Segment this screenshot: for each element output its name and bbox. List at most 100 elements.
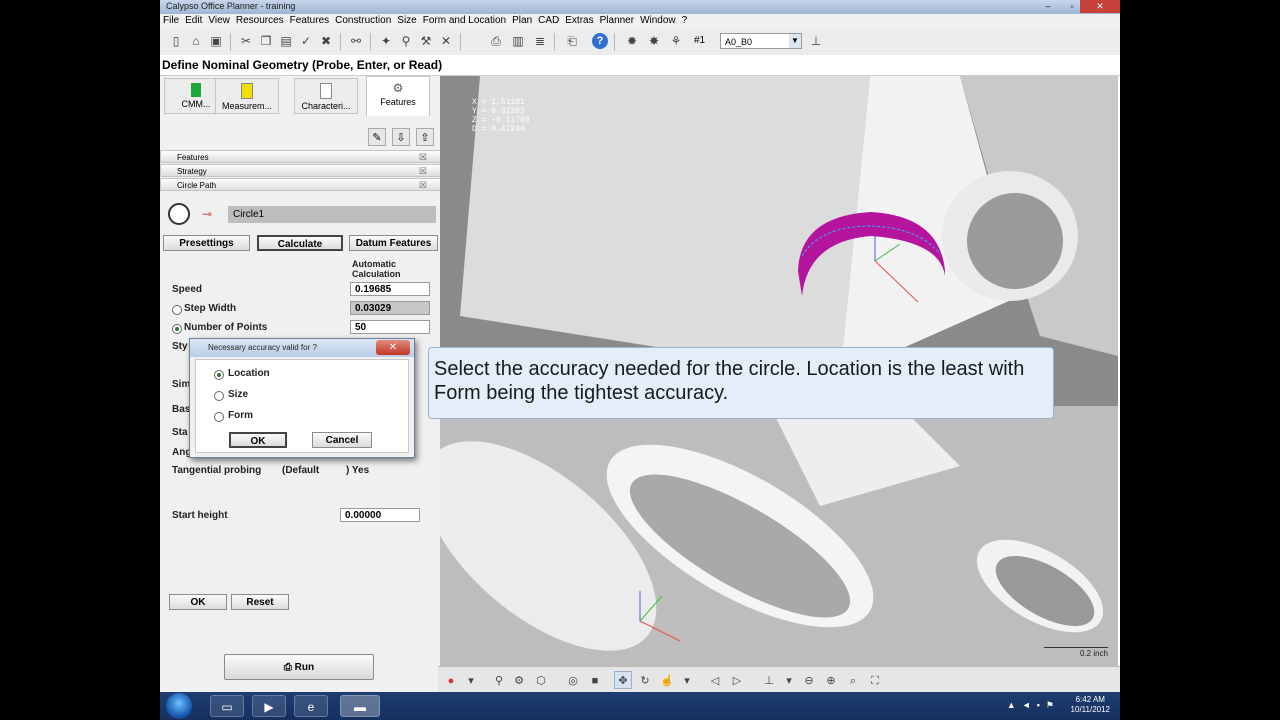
save-icon[interactable]: ▣ — [208, 33, 224, 49]
menu-size[interactable]: Size — [394, 14, 419, 27]
menu-file[interactable]: File — [160, 14, 182, 27]
feature-tool-icon[interactable]: ✦ — [378, 33, 394, 49]
media-player-icon[interactable]: ▶ — [252, 695, 286, 717]
new-file-icon[interactable]: ▯ — [168, 33, 184, 49]
close-icon[interactable]: ☒ — [419, 151, 427, 164]
shading-icon[interactable]: ◎ — [564, 671, 582, 689]
measure-icon[interactable]: ✹ — [624, 33, 640, 49]
tab-features[interactable]: ⚙ Features — [366, 76, 430, 116]
delete-icon[interactable]: ✖ — [318, 33, 334, 49]
rotate-icon[interactable]: ↻ — [636, 671, 654, 689]
print-icon[interactable]: ⎙ — [488, 33, 504, 49]
zoom-out-icon[interactable]: ⊖ — [800, 671, 818, 689]
menu-plan[interactable]: Plan — [509, 14, 535, 27]
tab-characteristics[interactable]: Characteri... — [294, 78, 358, 114]
dialog-ok-button[interactable]: OK — [229, 432, 287, 448]
zoom-in-icon[interactable]: ⊕ — [822, 671, 840, 689]
close-icon[interactable]: ☒ — [419, 165, 427, 178]
menu-window[interactable]: Window — [637, 14, 679, 27]
binoculars-icon[interactable]: ⚯ — [348, 33, 364, 49]
form-option-label[interactable]: Form — [228, 410, 253, 421]
move-up-button[interactable]: ⇧ — [416, 128, 434, 146]
number-of-points-radio[interactable] — [172, 324, 182, 334]
feature-view-icon[interactable]: ⚙ — [510, 671, 528, 689]
axis-view-icon[interactable]: ⊥ — [760, 671, 778, 689]
paste-icon[interactable]: ▤ — [278, 33, 294, 49]
chevron-down-icon[interactable]: ▾ — [678, 671, 696, 689]
dialog-cancel-button[interactable]: Cancel — [312, 432, 372, 448]
probe-view-icon[interactable]: ⚲ — [490, 671, 508, 689]
run-button[interactable]: ⎙ Run — [224, 654, 374, 680]
view-left-icon[interactable]: ◁ — [706, 671, 724, 689]
zoom-fit-icon[interactable]: ⛶ — [866, 671, 884, 689]
ok-button[interactable]: OK — [169, 594, 227, 610]
size-option-label[interactable]: Size — [228, 389, 248, 400]
menu-extras[interactable]: Extras — [562, 14, 596, 27]
menu-form-and-location[interactable]: Form and Location — [420, 14, 509, 27]
tangential-default-option[interactable]: (Default — [282, 465, 319, 476]
reset-button[interactable]: Reset — [231, 594, 289, 610]
calypso-task-icon[interactable]: ▬ — [340, 695, 380, 717]
zoom-window-icon[interactable]: ⌕ — [844, 671, 862, 689]
stop-icon[interactable]: ✸ — [646, 33, 662, 49]
menu-cad[interactable]: CAD — [535, 14, 562, 27]
report-icon[interactable]: ▥ — [510, 33, 526, 49]
menu-help[interactable]: ? — [679, 14, 691, 27]
presettings-button[interactable]: Presettings — [163, 235, 250, 251]
help-icon[interactable]: ? — [592, 33, 608, 49]
pan-icon[interactable]: ✥ — [614, 671, 632, 689]
form-radio[interactable] — [214, 412, 224, 422]
close-button[interactable]: ✕ — [1080, 0, 1120, 13]
menu-view[interactable]: View — [205, 14, 233, 27]
start-height-field[interactable]: 0.00000 — [340, 508, 420, 522]
internet-explorer-icon[interactable]: e — [294, 695, 328, 717]
menu-planner[interactable]: Planner — [597, 14, 637, 27]
number-of-points-field[interactable]: 50 — [350, 320, 430, 334]
menu-construction[interactable]: Construction — [332, 14, 394, 27]
explorer-icon[interactable]: ▭ — [210, 695, 244, 717]
minimize-button[interactable]: – — [1036, 0, 1060, 13]
printer-setup-icon[interactable]: ⎗ — [564, 33, 580, 49]
record-icon[interactable]: ● — [442, 671, 460, 689]
base-alignment-icon[interactable]: ⊥ — [808, 33, 824, 49]
cube-icon[interactable]: ⬡ — [532, 671, 550, 689]
stack-strategy[interactable]: Strategy ☒ — [160, 164, 442, 177]
probe-tool-icon[interactable]: ⚲ — [398, 33, 414, 49]
stack-features[interactable]: Features ☒ — [160, 150, 442, 163]
open-file-icon[interactable]: ⌂ — [188, 33, 204, 49]
start-button[interactable] — [166, 693, 192, 719]
solid-icon[interactable]: ■ — [586, 671, 604, 689]
location-option-label[interactable]: Location — [228, 368, 270, 379]
datum-features-button[interactable]: Datum Features — [349, 235, 438, 251]
stack-circle-path[interactable]: Circle Path ☒ — [160, 178, 442, 191]
speed-field[interactable]: 0.19685 — [350, 282, 430, 296]
tangential-yes-option[interactable]: ) Yes — [346, 465, 369, 476]
view-right-icon[interactable]: ▷ — [728, 671, 746, 689]
location-radio[interactable] — [214, 370, 224, 380]
stylus-icon[interactable]: ⚘ — [668, 33, 684, 49]
menu-features[interactable]: Features — [287, 14, 332, 27]
chevron-down-icon[interactable]: ▼ — [789, 34, 801, 48]
tab-measurement[interactable]: Measurem... — [215, 78, 279, 114]
chevron-down-icon[interactable]: ▾ — [780, 671, 798, 689]
list-icon[interactable]: ≣ — [532, 33, 548, 49]
select-icon[interactable]: ☝ — [658, 671, 676, 689]
cut-icon[interactable]: ✂ — [238, 33, 254, 49]
calculate-button[interactable]: Calculate — [257, 235, 343, 251]
step-width-field[interactable]: 0.03029 — [350, 301, 430, 315]
alignment-select[interactable]: A0_B0 ▼ — [720, 33, 802, 49]
feature-name-field[interactable]: Circle1 — [228, 206, 436, 223]
edit-pencil-button[interactable]: ✎ — [368, 128, 386, 146]
step-width-radio[interactable] — [172, 305, 182, 315]
tools-icon[interactable]: ✕ — [438, 33, 454, 49]
move-down-button[interactable]: ⇩ — [392, 128, 410, 146]
size-radio[interactable] — [214, 391, 224, 401]
dialog-close-button[interactable]: ✕ — [376, 340, 410, 355]
construct-tool-icon[interactable]: ⚒ — [418, 33, 434, 49]
menu-edit[interactable]: Edit — [182, 14, 205, 27]
chevron-down-icon[interactable]: ▾ — [462, 671, 480, 689]
menu-resources[interactable]: Resources — [233, 14, 287, 27]
check-icon[interactable]: ✓ — [298, 33, 314, 49]
copy-icon[interactable]: ❐ — [258, 33, 274, 49]
clock[interactable]: 6:42 AM 10/11/2012 — [1071, 695, 1110, 715]
